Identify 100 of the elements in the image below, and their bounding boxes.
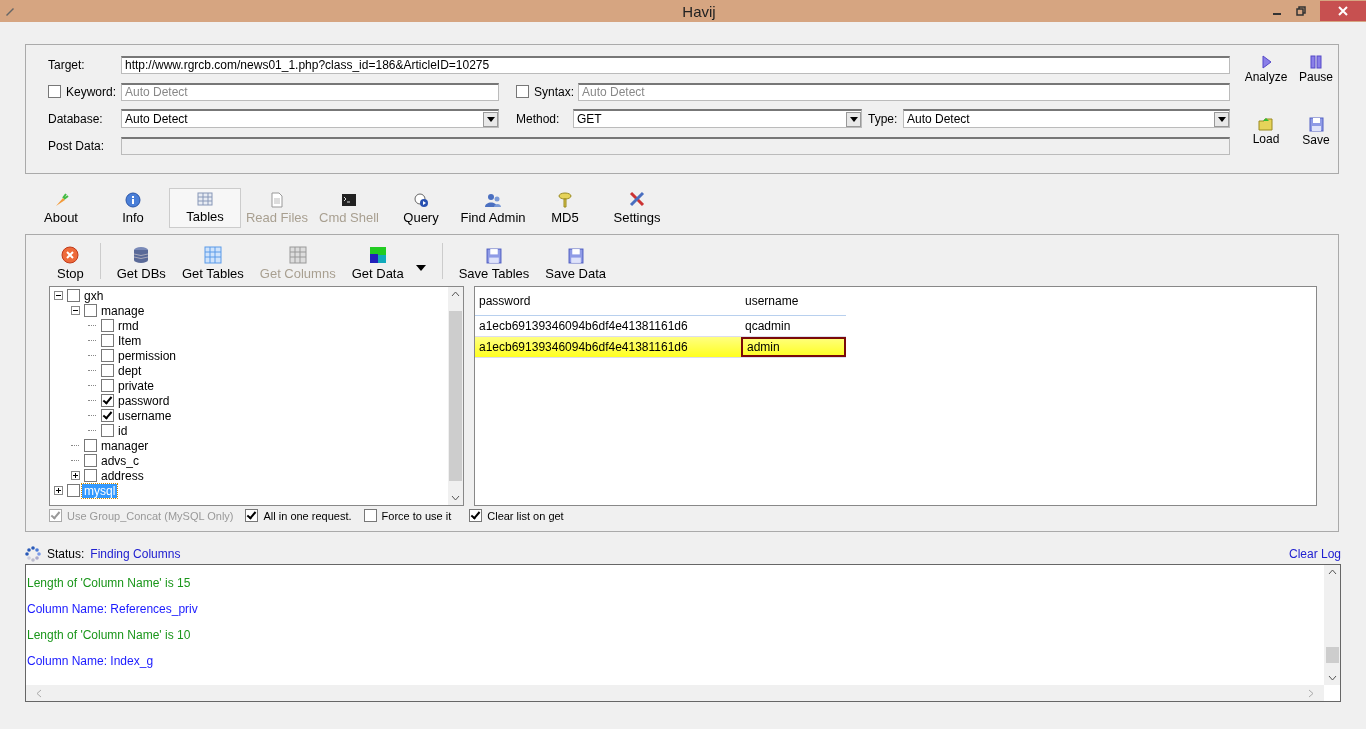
tree-item[interactable]: advs_c (99, 453, 142, 468)
tree-checkbox[interactable] (84, 469, 97, 482)
action-button[interactable]: Pause (1298, 55, 1334, 111)
log-line: Column Name: References_priv (27, 601, 199, 618)
option-checkbox[interactable] (363, 509, 377, 522)
tree-item[interactable]: rmd (116, 318, 141, 333)
tree-item[interactable]: password (116, 393, 172, 408)
toolbar-button[interactable]: Save Tables (450, 248, 538, 281)
toolbar-button[interactable]: Get DBs (108, 246, 174, 281)
tree-checkbox[interactable] (101, 394, 114, 407)
keyword-label: Keyword: (66, 84, 118, 99)
tree-item[interactable]: dept (116, 363, 144, 378)
keyword-checkbox[interactable] (48, 85, 61, 98)
tree-checkbox[interactable] (84, 304, 97, 317)
grid-icon (288, 246, 307, 264)
log-line: Column Name: Index_g (27, 653, 155, 670)
toolbar-button[interactable]: Stop (49, 246, 92, 281)
option-label: Force to use it (381, 509, 452, 522)
close-button[interactable] (1320, 1, 1366, 21)
scrollbar-thumb[interactable] (449, 311, 462, 481)
caret-icon (486, 116, 495, 122)
expander-icon[interactable] (54, 291, 65, 300)
keyword-field[interactable]: Auto Detect (121, 82, 499, 101)
tab[interactable]: MD5 (529, 188, 601, 228)
tree-checkbox[interactable] (101, 379, 114, 392)
tree-item[interactable]: Item (116, 333, 144, 348)
expander-icon[interactable] (71, 306, 82, 315)
tree-checkbox[interactable] (101, 349, 114, 362)
tab[interactable]: Find Admin (457, 188, 529, 228)
column-header[interactable]: username (741, 287, 846, 315)
tree-item[interactable]: username (116, 408, 174, 423)
chevron-up-icon[interactable] (451, 291, 460, 297)
action-button[interactable]: Save (1298, 116, 1334, 173)
tab[interactable]: Tables (169, 188, 241, 228)
database-icon (133, 246, 150, 264)
log-line: Length of 'Column Name' is 10 (27, 627, 192, 644)
status-text: Finding Columns (90, 547, 181, 561)
tree-checkbox[interactable] (84, 454, 97, 467)
folder-icon (1258, 116, 1274, 131)
tree-item[interactable]: manage (99, 303, 147, 318)
tab[interactable]: Info (97, 188, 169, 228)
action-button[interactable]: Load (1240, 116, 1292, 173)
expander-icon[interactable] (54, 486, 65, 495)
grid-row[interactable]: a1ecb69139346094b6df4e41381161d6 admin (475, 337, 846, 358)
scrollbar[interactable] (448, 287, 463, 505)
tab[interactable]: About (25, 188, 97, 228)
restore-icon[interactable] (1296, 6, 1306, 16)
clear-log-link[interactable]: Clear Log (1288, 547, 1341, 561)
tab[interactable]: Query (385, 188, 457, 228)
tree-checkbox[interactable] (101, 424, 114, 437)
database-label: Database: (48, 111, 104, 126)
expander-icon[interactable] (71, 471, 82, 480)
tree-item[interactable]: private (116, 378, 157, 393)
grid-cell-text: a1ecb69139346094b6df4e41381161d6 (478, 318, 689, 335)
option-label: Use Group_Concat (MySQL Only) (67, 509, 234, 522)
target-field[interactable]: http://www.rgrcb.com/news01_1.php?class_id=186&ArticleID=10275 (121, 55, 1230, 74)
tree-checkbox[interactable] (101, 364, 114, 377)
database-dropdown[interactable]: Auto Detect (121, 109, 499, 128)
clear-list-checkbox[interactable] (469, 509, 483, 522)
terminal-icon (341, 192, 357, 208)
clear-list-label: Clear list on get (487, 509, 564, 522)
action-button[interactable]: Analyze (1240, 55, 1292, 111)
toolbar-button[interactable]: Get Data (343, 246, 412, 281)
syntax-checkbox[interactable] (516, 85, 529, 98)
grid-cell-text: a1ecb69139346094b6df4e41381161d6 (478, 339, 689, 356)
toolbar-button[interactable]: Get Tables (173, 246, 252, 281)
tree-checkbox[interactable] (67, 289, 80, 302)
caret-icon (1217, 116, 1226, 122)
chevron-down-icon[interactable] (1327, 675, 1337, 681)
tree-checkbox[interactable] (101, 409, 114, 422)
dropdown-caret-icon[interactable] (415, 265, 426, 271)
table-icon (197, 191, 213, 207)
tree-checkbox[interactable] (101, 334, 114, 347)
option-checkbox[interactable] (245, 509, 259, 522)
scrollbar-thumb[interactable] (1325, 647, 1339, 663)
caret-icon (849, 116, 858, 122)
tree-item[interactable]: permission (116, 348, 179, 363)
method-label: Method: (516, 111, 561, 126)
tree-item[interactable]: id (116, 423, 130, 438)
type-label: Type: (868, 111, 899, 126)
toolbar-button[interactable]: Save Data (537, 248, 614, 281)
tree-checkbox[interactable] (67, 484, 80, 497)
scrollbar[interactable] (1324, 565, 1340, 685)
syntax-field[interactable]: Auto Detect (578, 82, 1230, 101)
tree-checkbox[interactable] (84, 439, 97, 452)
target-label: Target: (48, 57, 86, 72)
tree-item[interactable]: gxh (82, 288, 106, 303)
chevron-down-icon[interactable] (451, 495, 460, 501)
tree-checkbox[interactable] (101, 319, 114, 332)
tree-item[interactable]: address (99, 468, 146, 483)
column-header[interactable]: password (475, 287, 741, 315)
tree-item[interactable]: manager (99, 438, 151, 453)
colored-grid-icon (368, 246, 387, 264)
chevron-up-icon[interactable] (1327, 569, 1337, 575)
method-dropdown[interactable]: GET (573, 109, 862, 128)
post-data-label: Post Data: (48, 138, 106, 153)
type-dropdown[interactable]: Auto Detect (903, 109, 1230, 128)
close-icon (1338, 6, 1348, 16)
tab[interactable]: Settings (601, 188, 673, 228)
document-icon (269, 192, 285, 208)
